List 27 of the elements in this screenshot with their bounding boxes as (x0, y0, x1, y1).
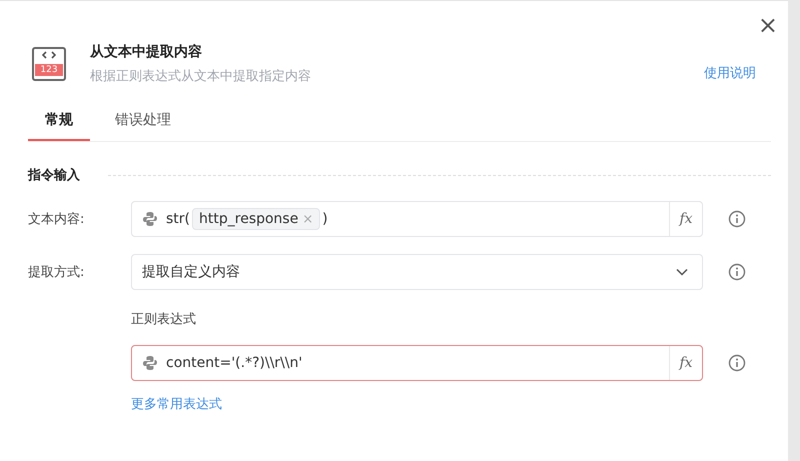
field-label: 文本内容: (28, 211, 86, 228)
tab[interactable]: 错误处理 (98, 111, 188, 141)
dropdown[interactable]: 提取自定义内容 (131, 254, 703, 290)
python-icon (142, 211, 158, 227)
dialog-title: 从文本中提取内容 (90, 43, 203, 61)
more-expressions-link[interactable]: 更多常用表达式 (131, 395, 222, 413)
help-link[interactable]: 使用说明 (704, 64, 756, 82)
input-field[interactable]: content='(.*?)\\r\\n' fx (131, 345, 703, 381)
function-text: ) (322, 211, 328, 227)
formula-button[interactable]: fx (669, 346, 702, 380)
info-icon[interactable] (728, 210, 746, 228)
info-icon[interactable] (728, 354, 746, 372)
variable-tag: http_response × (192, 208, 320, 230)
function-text: str( (166, 211, 190, 227)
close-button[interactable]: × (754, 13, 782, 37)
input-field[interactable]: str( http_response × ) fx (131, 201, 703, 237)
expression-text: content='(.*?)\\r\\n' (166, 355, 302, 371)
tab[interactable]: 常规 (28, 111, 90, 141)
code-icon: 123 (32, 47, 66, 81)
python-icon (142, 355, 158, 371)
formula-button[interactable]: fx (669, 202, 702, 236)
field-label: 提取方式: (28, 264, 86, 281)
info-icon[interactable] (728, 263, 746, 281)
field-label: 正则表达式 (131, 311, 196, 328)
dialog-subtitle: 根据正则表达式从文本中提取指定内容 (90, 68, 312, 85)
chevron-down-icon (676, 268, 688, 276)
section-title: 指令输入 (28, 166, 80, 184)
